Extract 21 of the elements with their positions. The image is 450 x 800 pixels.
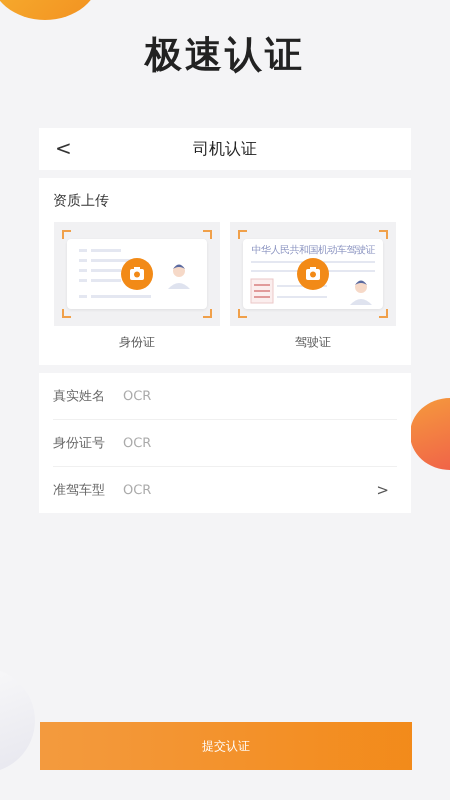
input-field[interactable]: OCR — [123, 482, 376, 498]
input-field[interactable]: OCR — [123, 436, 397, 450]
input-field[interactable]: OCR — [123, 388, 397, 404]
stamp-drawing — [250, 278, 274, 304]
page-headline: 极速认证 — [145, 32, 305, 78]
upload-label: 身份证 — [119, 334, 155, 351]
upload-label: 驾驶证 — [295, 334, 331, 351]
upload-tile[interactable] — [54, 222, 220, 326]
field-label: 身份证号 — [53, 435, 106, 452]
person-silhouette-icon — [168, 264, 190, 289]
text-lines-drawing — [79, 249, 151, 298]
back-button[interactable]: < — [53, 136, 74, 160]
section-title: 资质上传 — [53, 192, 110, 210]
nav-title: 司机认证 — [193, 138, 257, 160]
person-silhouette-icon — [350, 280, 372, 305]
camera-icon — [121, 258, 153, 290]
license-heading: 中华人民共和国机动车驾驶证 — [250, 244, 376, 257]
field-label: 准驾车型 — [53, 482, 106, 499]
camera-icon — [297, 258, 329, 290]
chevron-icon[interactable]: > — [376, 481, 397, 499]
field-label: 真实姓名 — [53, 388, 106, 405]
